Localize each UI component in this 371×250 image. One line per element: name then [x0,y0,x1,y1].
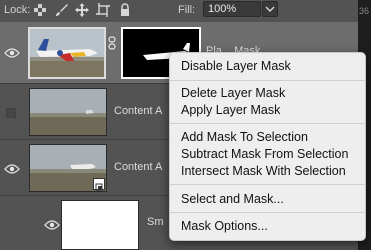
layer-name[interactable]: Content A [114,105,162,117]
layers-panel: Lock: Fill: 100% Pla... Mask Content A C… [0,0,371,250]
lock-paint-icon[interactable] [55,3,69,17]
smart-object-badge-icon [93,178,105,191]
layer-thumbnail[interactable] [29,88,107,136]
visibility-toggle-empty[interactable] [6,108,16,118]
layer-thumbnail-plane[interactable] [28,27,106,79]
layer-mask-context-menu: Disable Layer Mask Delete Layer Mask App… [169,52,366,241]
chevron-down-icon [265,6,275,12]
menu-item-disable-layer-mask[interactable]: Disable Layer Mask [181,59,291,73]
menu-separator [170,184,365,185]
lock-move-icon[interactable] [75,3,89,17]
layer-name[interactable]: Sm [147,216,164,228]
fill-dropdown-button[interactable] [262,1,278,17]
eye-icon[interactable] [44,218,60,230]
fill-input[interactable]: 100% [203,1,261,17]
layer-thumbnail-white[interactable] [61,200,139,250]
menu-item-select-and-mask[interactable]: Select and Mask... [181,192,284,206]
eye-icon[interactable] [4,46,20,58]
lock-transparent-icon[interactable] [33,3,47,17]
menu-separator [170,212,365,213]
lock-artboard-icon[interactable] [96,3,110,17]
fill-value: 100% [208,3,237,15]
menu-item-delete-layer-mask[interactable]: Delete Layer Mask [181,86,285,100]
lock-label: Lock: [4,4,31,16]
menu-item-mask-options[interactable]: Mask Options... [181,219,268,233]
canvas-label: 36 [359,6,370,16]
lock-all-icon[interactable] [118,3,132,17]
layer-name[interactable]: Content A [114,161,162,173]
menu-separator [170,123,365,124]
menu-item-subtract-mask-from-selection[interactable]: Subtract Mask From Selection [181,147,348,161]
menu-separator [170,80,365,81]
lock-bar: Lock: Fill: 100% [0,0,360,22]
fill-label: Fill: [178,4,196,16]
menu-item-apply-layer-mask[interactable]: Apply Layer Mask [181,103,280,117]
eye-icon[interactable] [4,162,20,174]
menu-item-add-mask-to-selection[interactable]: Add Mask To Selection [181,130,308,144]
menu-item-intersect-mask-with-selection[interactable]: Intersect Mask With Selection [181,164,346,178]
mask-link-icon[interactable] [108,36,116,50]
